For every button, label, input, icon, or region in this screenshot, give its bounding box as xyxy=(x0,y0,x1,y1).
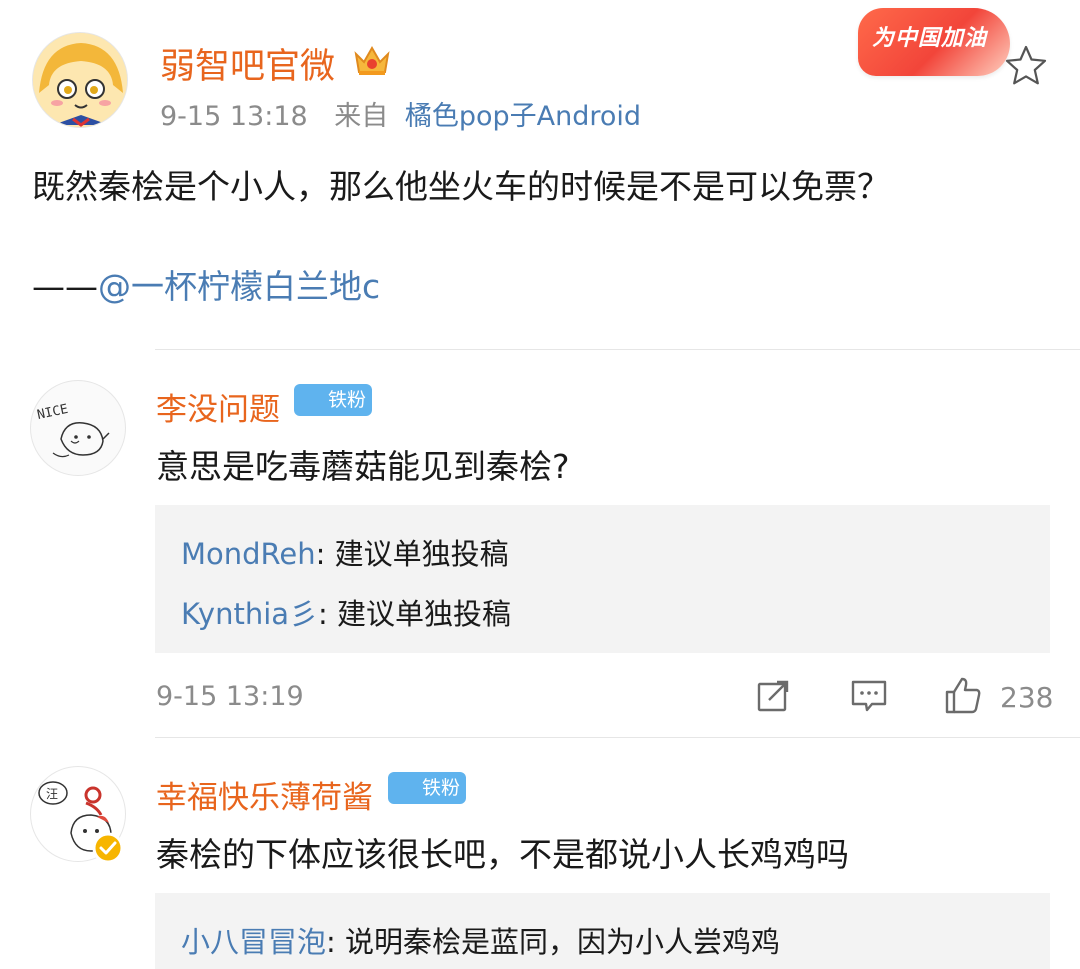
post-body-text: 既然秦桧是个小人，那么他坐火车的时候是不是可以免票？ xyxy=(32,167,890,206)
attribution-dash: —— xyxy=(32,267,98,306)
comment-text: 意思是吃毒蘑菇能见到秦桧? xyxy=(156,447,570,486)
reply-separator: : xyxy=(318,597,338,631)
divider xyxy=(155,349,1080,350)
crown-icon xyxy=(352,40,392,82)
like-count: 238 xyxy=(1000,681,1054,714)
comment-author-name[interactable]: 幸福快乐薄荷酱 xyxy=(156,772,373,817)
post-attribution: ——@一杯柠檬白兰地c xyxy=(32,260,380,308)
post-author-avatar[interactable] xyxy=(32,32,128,128)
comment-icon[interactable] xyxy=(850,678,888,718)
campaign-badge-text: 为中国加油 xyxy=(872,26,988,51)
campaign-badge[interactable]: 为中国加油 xyxy=(858,8,1010,76)
comment-time: 9-15 13:19 xyxy=(156,681,304,712)
comment-author-name[interactable]: 李没问题 xyxy=(156,384,280,429)
source-prefix: 来自 xyxy=(334,101,389,132)
post-author-name[interactable]: 弱智吧官微 xyxy=(160,38,335,89)
like-icon[interactable] xyxy=(943,675,983,719)
iron-fan-badge: 铁粉 xyxy=(294,384,373,416)
avatar-speech-text: 汪 xyxy=(46,787,59,801)
reply-item[interactable]: Kynthia彡: 建议单独投稿 xyxy=(181,591,511,633)
star-icon[interactable] xyxy=(1004,44,1048,90)
nice-dog-avatar-image xyxy=(52,422,110,458)
divider xyxy=(155,737,1080,738)
reply-user-link[interactable]: 小八冒冒泡 xyxy=(181,925,326,959)
attribution-mention-link[interactable]: @一杯柠檬白兰地c xyxy=(98,267,380,306)
popuko-avatar-image xyxy=(33,33,127,127)
reply-item[interactable]: 小八冒冒泡: 说明秦桧是蓝同，因为小人尝鸡鸡 xyxy=(181,919,780,961)
comment-avatar[interactable]: NICE xyxy=(30,380,126,476)
post-time: 9-15 13:18 xyxy=(160,101,308,132)
post-source-link[interactable]: 橘色pop子Android xyxy=(405,101,641,132)
reply-user-link[interactable]: MondReh xyxy=(181,537,316,571)
iron-fan-badge: 铁粉 xyxy=(388,772,467,804)
reply-text: 说明秦桧是蓝同，因为小人尝鸡鸡 xyxy=(345,925,781,959)
reply-separator: : xyxy=(315,537,335,571)
reply-text: 建议单独投稿 xyxy=(337,597,512,631)
reply-user-link[interactable]: Kynthia彡 xyxy=(181,597,318,631)
reply-separator: : xyxy=(326,925,346,959)
comment-text: 秦桧的下体应该很长吧，不是都说小人长鸡鸡吗 xyxy=(156,835,849,874)
post-meta: 9-15 13:18 来自 橘色pop子Android xyxy=(160,94,641,133)
reply-item[interactable]: MondReh: 建议单独投稿 xyxy=(181,531,509,573)
share-icon[interactable] xyxy=(755,678,791,718)
reply-text: 建议单独投稿 xyxy=(334,537,509,571)
verified-icon xyxy=(92,832,124,868)
